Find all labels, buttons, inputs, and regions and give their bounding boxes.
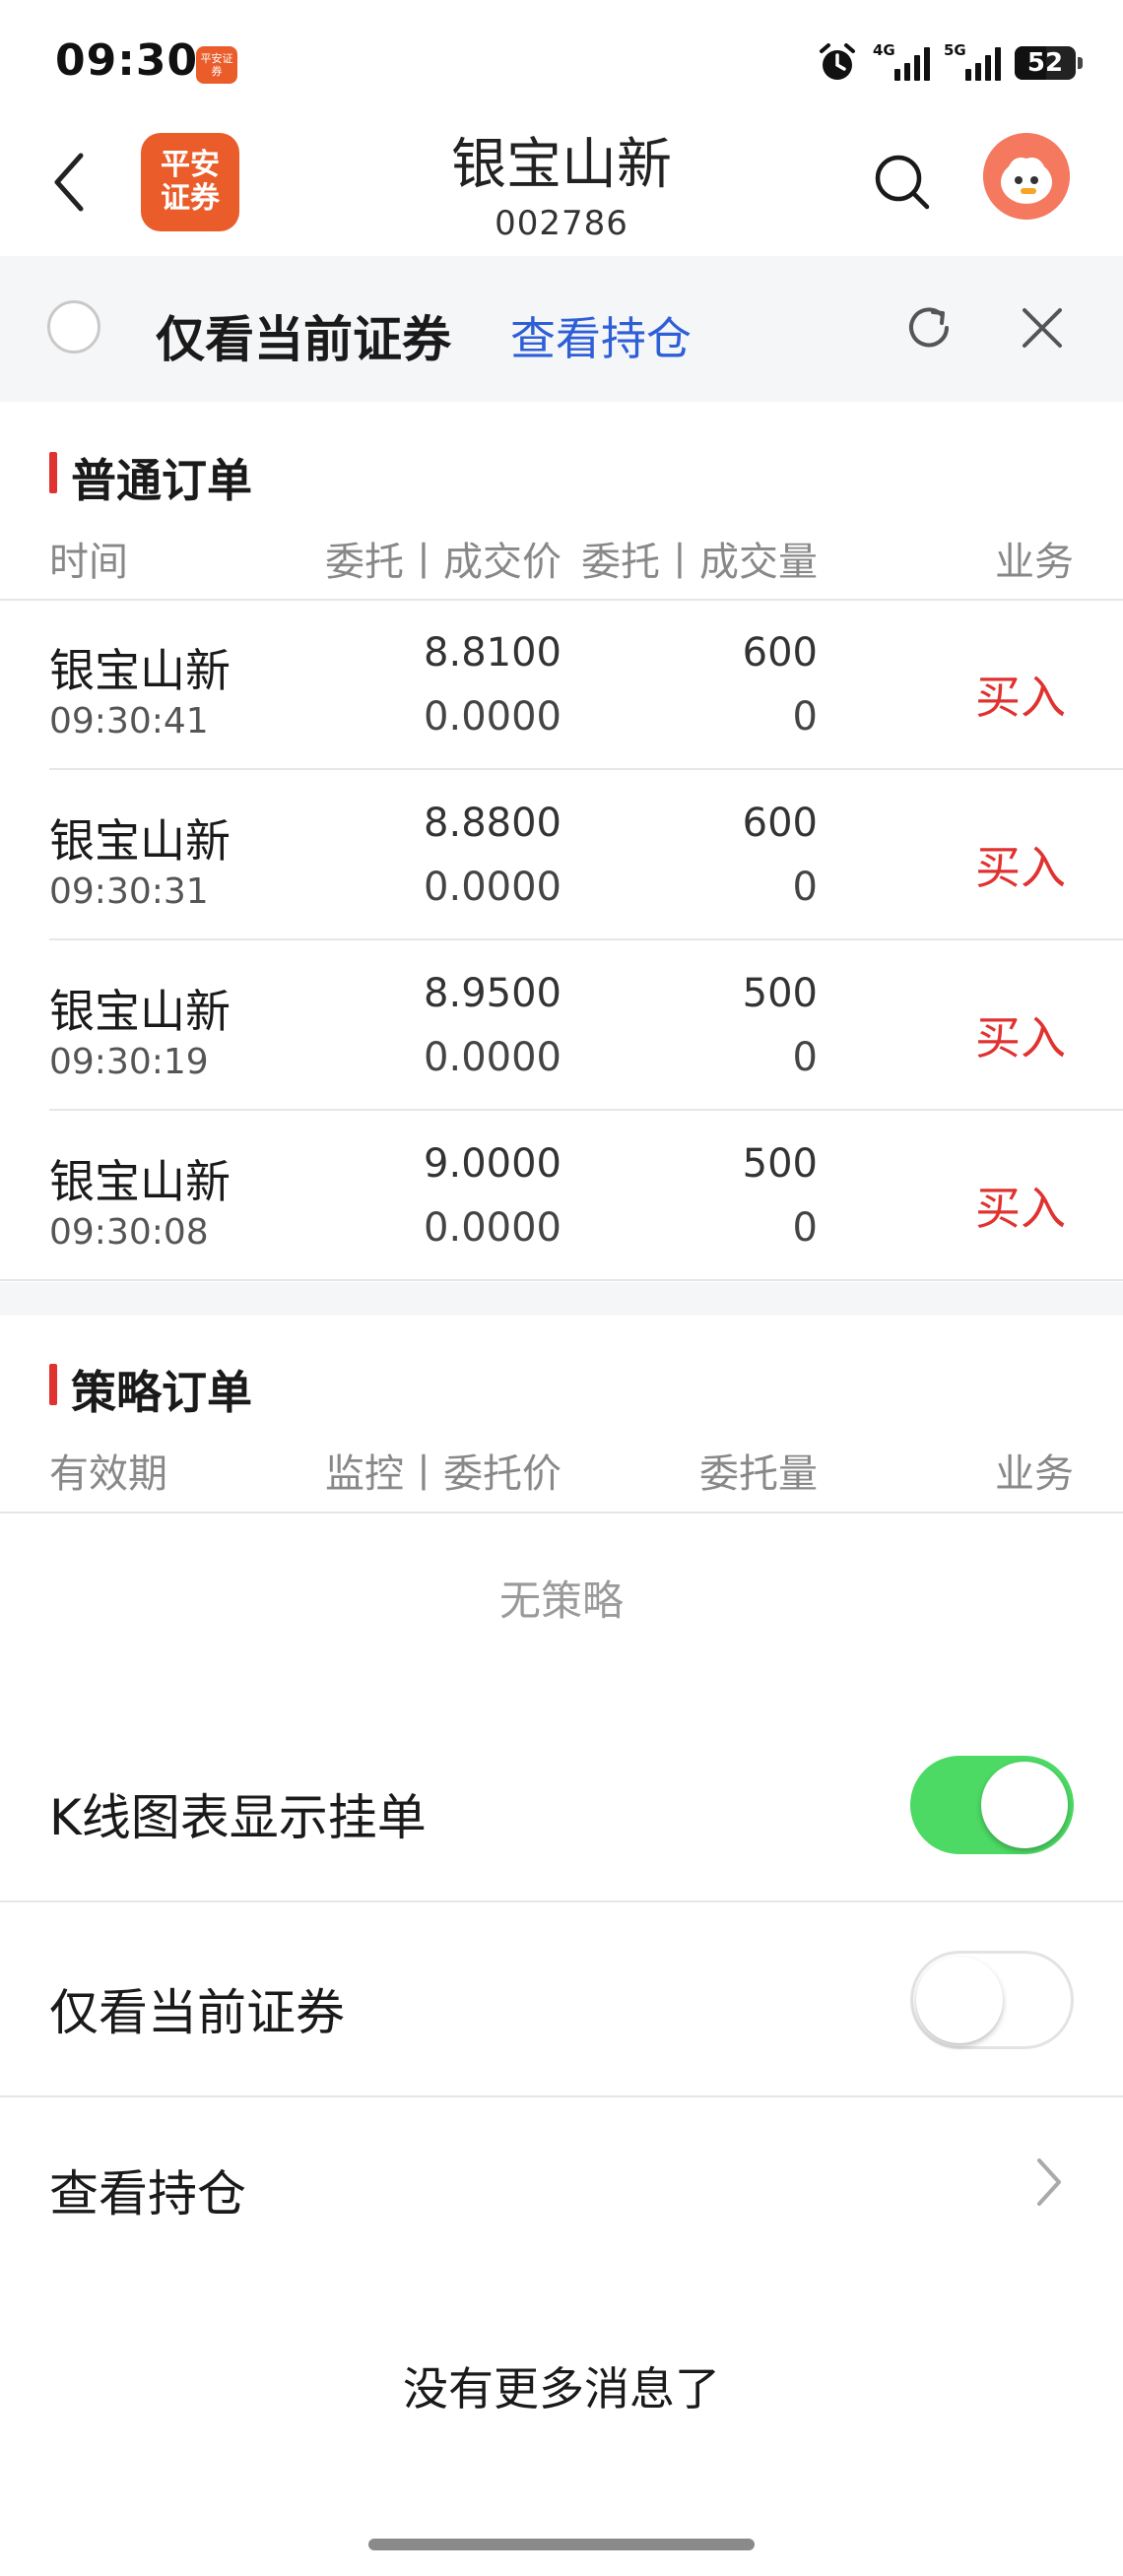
divider [49, 768, 1123, 770]
divider [0, 599, 1123, 601]
current-security-radio[interactable] [47, 300, 100, 354]
order-time: 09:30:41 [49, 701, 209, 741]
filter-label[interactable]: 仅看当前证券 [156, 300, 451, 371]
deal-price: 0.0000 [424, 1205, 562, 1251]
assistant-avatar-icon[interactable] [983, 133, 1070, 220]
order-qty: 600 [742, 801, 818, 846]
divider [0, 1512, 1123, 1513]
page-title: 银宝山新 [451, 133, 672, 197]
divider [0, 1900, 1123, 1902]
network-label-5g: 5G [944, 41, 966, 59]
order-qty: 600 [742, 630, 818, 676]
close-icon[interactable] [1015, 300, 1070, 355]
normal-orders-title: 普通订单 [71, 454, 252, 507]
brand-logo-text-1: 平安 [161, 148, 220, 182]
deal-qty: 0 [792, 1035, 818, 1080]
brand-logo-text-2: 证券 [161, 181, 220, 216]
order-action[interactable]: 买入 [975, 1173, 1074, 1238]
section-separator [0, 1282, 1123, 1316]
col-header-price: 委托丨成交价 [325, 540, 562, 585]
order-time: 09:30:31 [49, 871, 209, 912]
refresh-icon[interactable] [901, 300, 957, 355]
order-price: 8.8100 [424, 630, 562, 676]
col-header-qty: 委托丨成交量 [581, 540, 818, 585]
col-header-time: 时间 [49, 540, 128, 585]
chevron-right-icon[interactable] [1029, 2155, 1069, 2210]
deal-qty: 0 [792, 694, 818, 740]
status-time: 09:30 [55, 35, 199, 86]
deal-price: 0.0000 [424, 694, 562, 740]
kline-orders-toggle[interactable] [910, 1756, 1074, 1854]
col-header-monitor: 监控丨委托价 [325, 1451, 562, 1497]
col-header-validity: 有效期 [49, 1451, 167, 1497]
order-action[interactable]: 买入 [975, 662, 1074, 727]
order-qty: 500 [742, 971, 818, 1016]
current-only-label: 仅看当前证券 [49, 1984, 345, 2041]
alarm-icon [820, 43, 855, 80]
strategy-orders-title: 策略订单 [71, 1366, 252, 1419]
order-qty: 500 [742, 1141, 818, 1187]
brand-logo: 平安 证券 [141, 133, 239, 231]
home-indicator[interactable] [368, 2539, 755, 2550]
order-price: 8.8800 [424, 801, 562, 846]
positions-label[interactable]: 查看持仓 [49, 2155, 246, 2225]
order-name: 银宝山新 [49, 1155, 231, 1208]
col-header-action: 业务 [995, 540, 1074, 585]
stock-code: 002786 [495, 204, 628, 243]
order-name: 银宝山新 [49, 814, 231, 868]
col-header-strategy-qty: 委托量 [699, 1451, 818, 1497]
deal-qty: 0 [792, 865, 818, 910]
signal-4g-icon: 4G [873, 41, 930, 81]
signal-5g-icon: 5G [944, 41, 1001, 81]
deal-price: 0.0000 [424, 1035, 562, 1080]
view-positions-link[interactable]: 查看持仓 [510, 303, 692, 368]
deal-qty: 0 [792, 1205, 818, 1251]
deal-price: 0.0000 [424, 865, 562, 910]
battery-level: 52 [1026, 48, 1064, 78]
divider [49, 938, 1123, 940]
order-name: 银宝山新 [49, 644, 231, 697]
divider [0, 2095, 1123, 2097]
back-icon[interactable] [49, 148, 89, 217]
divider [0, 1279, 1123, 1281]
order-time: 09:30:19 [49, 1042, 209, 1082]
current-only-toggle[interactable] [910, 1951, 1074, 2049]
order-time: 09:30:08 [49, 1212, 209, 1253]
col-header-strategy-action: 业务 [995, 1451, 1074, 1497]
empty-strategy-message: 无策略 [498, 1577, 624, 1625]
status-indicators: 4G 5G 52 [816, 39, 1083, 87]
section-marker [49, 452, 57, 493]
order-price: 8.9500 [424, 971, 562, 1016]
kline-orders-label: K线图表显示挂单 [49, 1789, 427, 1846]
section-marker [49, 1364, 57, 1405]
no-more-messages: 没有更多消息了 [403, 2362, 720, 2415]
network-label-4g: 4G [873, 41, 895, 59]
search-icon[interactable] [873, 153, 932, 212]
battery-icon: 52 [1015, 46, 1083, 80]
order-action[interactable]: 买入 [975, 1002, 1074, 1067]
order-action[interactable]: 买入 [975, 832, 1074, 897]
app-notification-icon: 平安证券 [196, 46, 237, 84]
order-price: 9.0000 [424, 1141, 562, 1187]
divider [49, 1109, 1123, 1111]
order-name: 银宝山新 [49, 985, 231, 1038]
